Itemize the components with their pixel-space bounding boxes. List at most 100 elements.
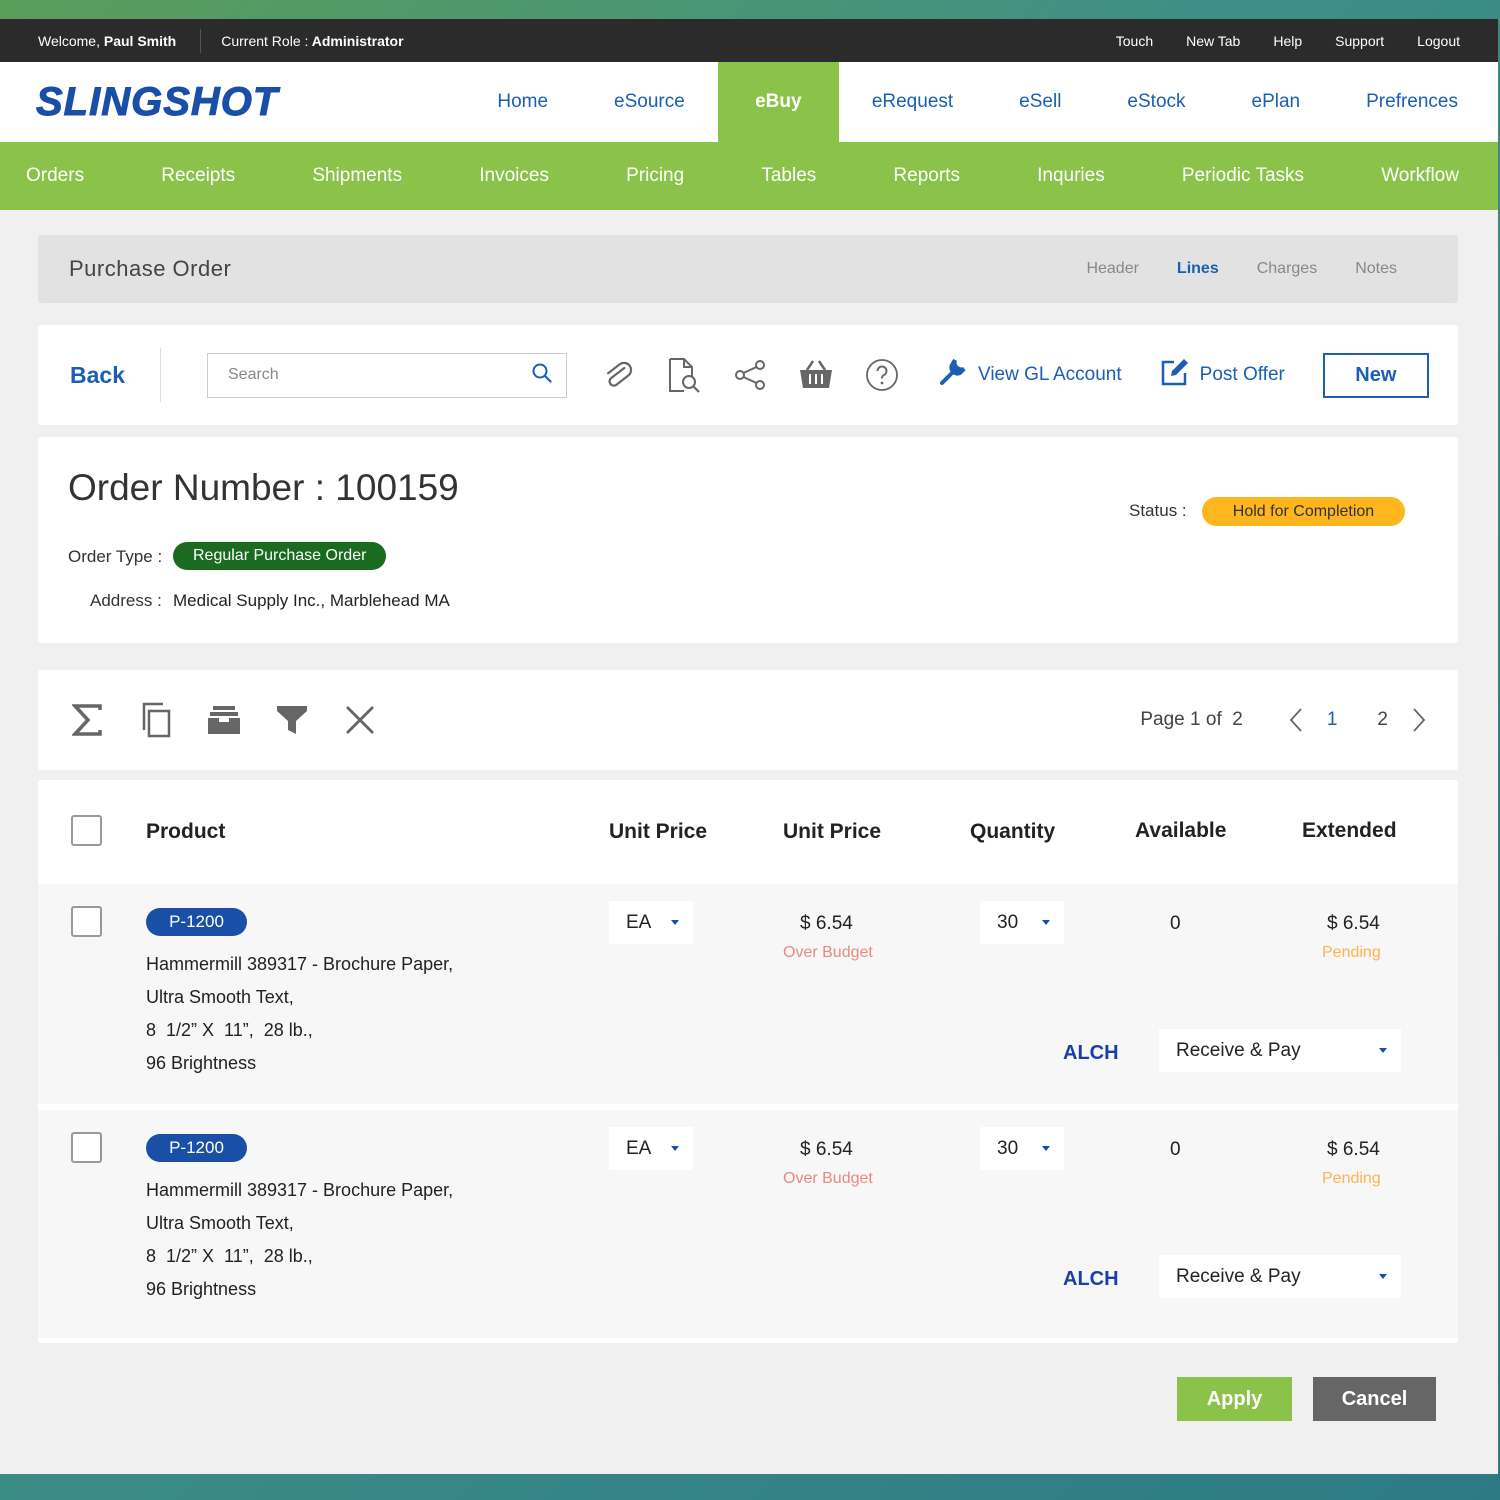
sum-icon[interactable] (70, 702, 106, 738)
basket-icon[interactable] (797, 356, 835, 394)
search-input[interactable] (228, 366, 532, 384)
search-icon[interactable] (532, 363, 552, 388)
help-link[interactable]: Help (1273, 33, 1302, 49)
caret-down-icon (1042, 1146, 1050, 1151)
quantity-select[interactable]: 30 (980, 1127, 1064, 1170)
current-role: Current Role : Administrator (221, 32, 404, 49)
subnav-inquiries[interactable]: Inquries (1037, 165, 1105, 187)
grid-tools (38, 702, 378, 738)
order-type-badge: Regular Purchase Order (173, 542, 387, 570)
subnav-periodic-tasks[interactable]: Periodic Tasks (1182, 165, 1304, 187)
header: SLINGSHOT Home eSource eBuy eRequest eSe… (0, 62, 1498, 142)
order-number: Order Number : 100159 (68, 467, 459, 508)
caret-down-icon (671, 920, 679, 925)
subnav-reports[interactable]: Reports (893, 165, 960, 187)
unit-select[interactable]: EA (609, 901, 693, 944)
action-select[interactable]: Receive & Pay (1159, 1029, 1401, 1072)
page-title: Purchase Order (69, 256, 232, 281)
help-icon[interactable] (863, 356, 901, 394)
copy-icon[interactable] (138, 702, 174, 738)
address-value: Medical Supply Inc., Marblehead MA (173, 591, 450, 610)
apply-button[interactable]: Apply (1177, 1377, 1292, 1421)
edit-icon (1160, 357, 1190, 393)
support-link[interactable]: Support (1335, 33, 1384, 49)
post-offer-button[interactable]: Post Offer (1160, 357, 1285, 393)
over-budget-note: Over Budget (783, 944, 873, 961)
nav-home[interactable]: Home (464, 62, 581, 142)
subnav-workflow[interactable]: Workflow (1381, 165, 1459, 187)
action-toolbar: Back Search View GL Account Post Offer N… (38, 325, 1458, 425)
cancel-button[interactable]: Cancel (1313, 1377, 1436, 1421)
subnav-pricing[interactable]: Pricing (626, 165, 684, 187)
subnav-invoices[interactable]: Invoices (479, 165, 549, 187)
quantity-select[interactable]: 30 (980, 901, 1064, 944)
unit-price: $ 6.54 (800, 1139, 853, 1160)
caret-down-icon (1042, 920, 1050, 925)
order-type-label: Order Type : (68, 547, 163, 566)
subnav-receipts[interactable]: Receipts (161, 165, 235, 187)
product-description: Hammermill 389317 - Brochure Paper, Ultr… (146, 954, 454, 1073)
order-lines-table: Product Unit Price Unit Price Quantity A… (38, 780, 1458, 1343)
nav-esource[interactable]: eSource (581, 62, 718, 142)
document-search-icon[interactable] (665, 356, 703, 394)
nav-erequest[interactable]: eRequest (839, 62, 986, 142)
nav-estock[interactable]: eStock (1094, 62, 1218, 142)
page-title-bar: Purchase Order Header Lines Charges Note… (38, 235, 1458, 303)
pending-note: Pending (1322, 944, 1381, 961)
nav-ebuy[interactable]: eBuy (717, 62, 839, 142)
nav-preferences[interactable]: Prefrences (1333, 62, 1498, 142)
back-button[interactable]: Back (38, 362, 160, 389)
row-checkbox[interactable] (71, 906, 102, 937)
header-product: Product (146, 820, 226, 843)
account-code[interactable]: ALCH (1063, 1042, 1119, 1065)
tab-lines[interactable]: Lines (1177, 260, 1219, 278)
product-description: Hammermill 389317 - Brochure Paper, Ultr… (146, 1180, 454, 1299)
unit-select[interactable]: EA (609, 1127, 693, 1170)
subnav-orders[interactable]: Orders (26, 165, 84, 187)
account-code[interactable]: ALCH (1063, 1268, 1119, 1291)
share-icon[interactable] (731, 356, 769, 394)
page-2-button[interactable]: 2 (1377, 709, 1388, 731)
subnav-shipments[interactable]: Shipments (312, 165, 402, 187)
nav-eplan[interactable]: ePlan (1219, 62, 1334, 142)
tab-header[interactable]: Header (1086, 260, 1138, 278)
over-budget-note: Over Budget (783, 1170, 873, 1187)
status-badge: Hold for Completion (1202, 497, 1405, 526)
nav-esell[interactable]: eSell (986, 62, 1094, 142)
action-select[interactable]: Receive & Pay (1159, 1255, 1401, 1298)
archive-icon[interactable] (206, 702, 242, 738)
unit-price: $ 6.54 (800, 913, 853, 934)
header-unit: Unit Price (609, 820, 708, 843)
logout-link[interactable]: Logout (1417, 33, 1460, 49)
subnav-tables[interactable]: Tables (761, 165, 816, 187)
brand-logo[interactable]: SLINGSHOT (0, 62, 464, 142)
row-checkbox[interactable] (71, 1132, 102, 1163)
tab-charges[interactable]: Charges (1257, 260, 1317, 278)
page-indicator: Page 1 of 2 (1140, 709, 1243, 730)
select-all-checkbox[interactable] (71, 815, 102, 846)
top-bar: Welcome, Paul Smith Current Role : Admin… (0, 19, 1498, 62)
view-gl-account-button[interactable]: View GL Account (938, 357, 1122, 393)
touch-link[interactable]: Touch (1116, 33, 1153, 49)
wrench-icon (938, 357, 968, 393)
page-1-button[interactable]: 1 (1327, 709, 1338, 731)
filter-icon[interactable] (274, 702, 310, 738)
close-icon[interactable] (342, 702, 378, 738)
tab-notes[interactable]: Notes (1355, 260, 1397, 278)
status-label: Status : (1129, 501, 1187, 520)
sub-nav: Orders Receipts Shipments Invoices Prici… (0, 142, 1498, 210)
extended-price: $ 6.54 (1327, 1139, 1380, 1160)
extended-price: $ 6.54 (1327, 913, 1380, 934)
attachment-icon[interactable] (599, 356, 637, 394)
table-header: Product Unit Price Unit Price Quantity A… (38, 780, 1458, 884)
main-nav: Home eSource eBuy eRequest eSell eStock … (464, 62, 1498, 142)
available-qty: 0 (1170, 1139, 1181, 1160)
new-button[interactable]: New (1322, 352, 1429, 398)
table-row: P-1200 Hammermill 389317 - Brochure Pape… (38, 884, 1458, 1110)
prev-page-icon[interactable] (1285, 707, 1307, 733)
divider (160, 348, 161, 402)
pagination: Page 1 of 2 1 2 (1140, 707, 1458, 733)
next-page-icon[interactable] (1408, 707, 1430, 733)
role-value: Administrator (311, 32, 404, 49)
new-tab-link[interactable]: New Tab (1186, 33, 1240, 49)
